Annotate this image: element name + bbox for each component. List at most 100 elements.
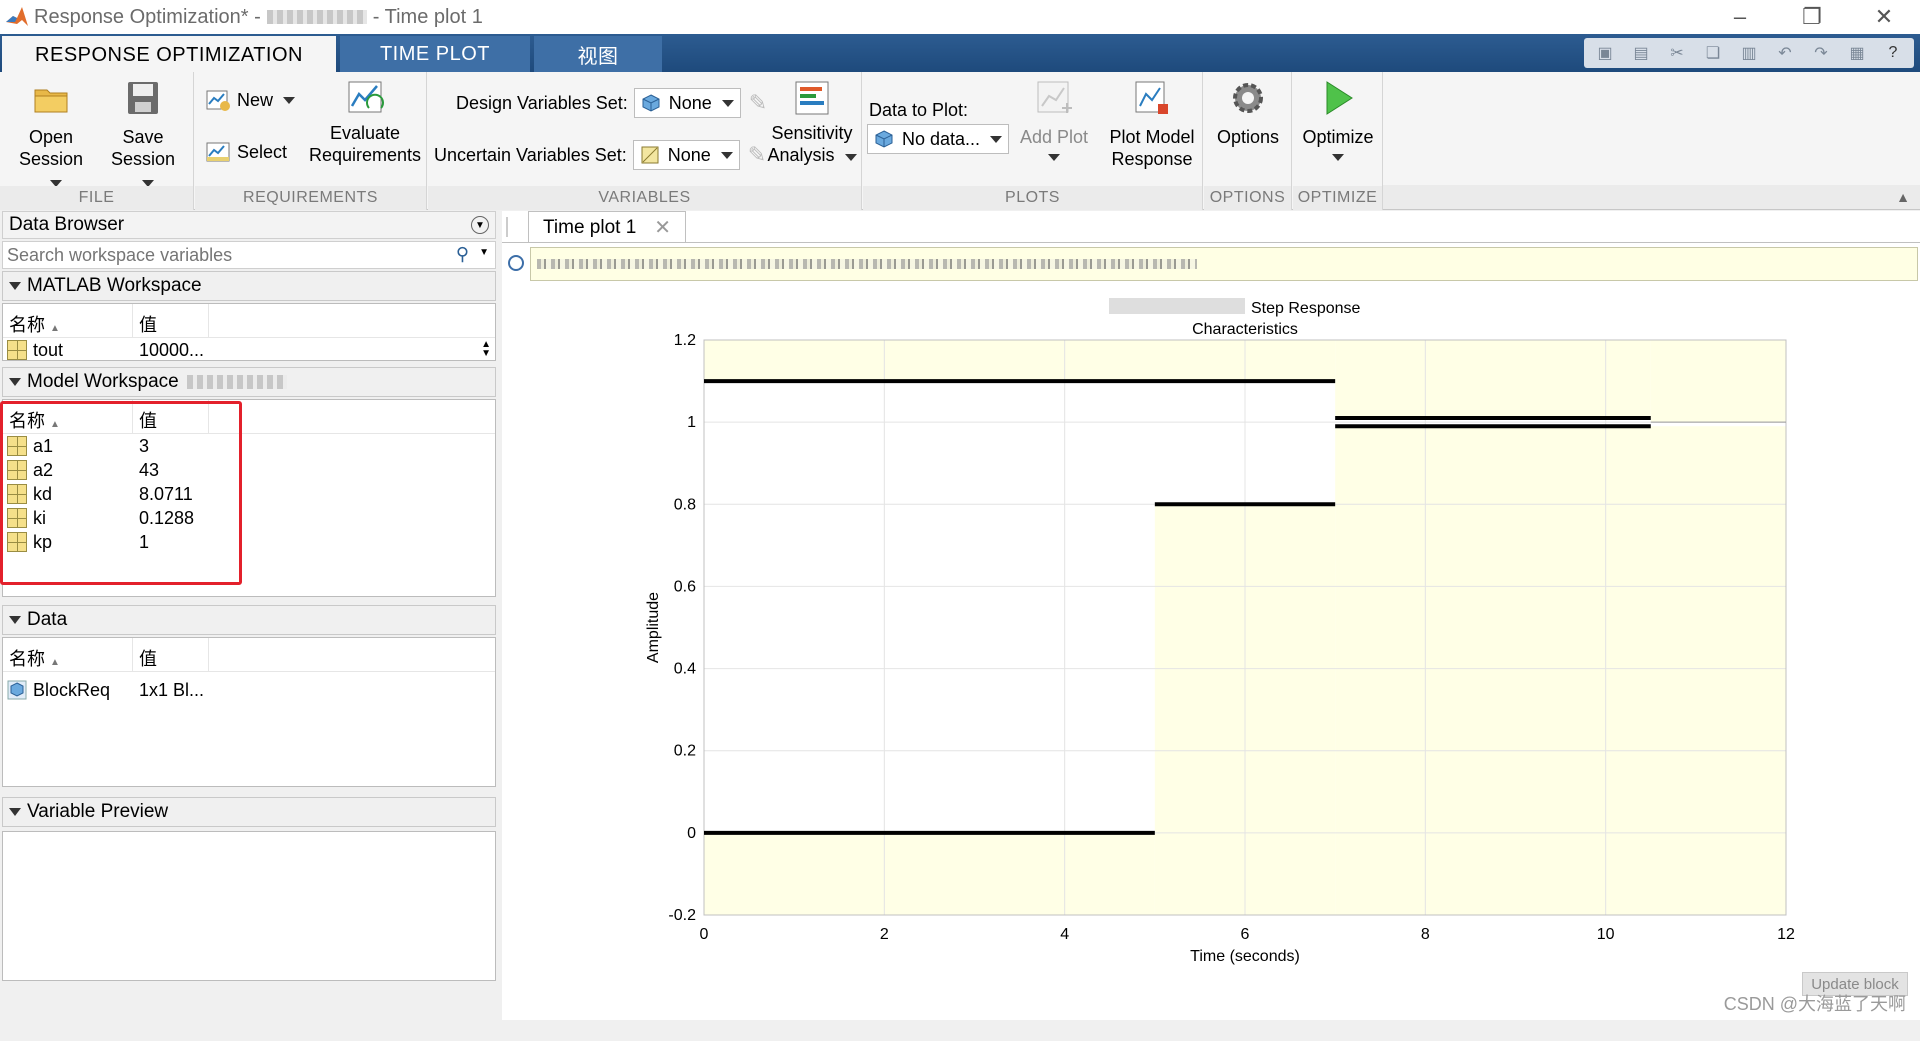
- evaluate-requirements-button[interactable]: Evaluate Requirements: [307, 78, 423, 166]
- close-tab-icon[interactable]: ✕: [654, 215, 671, 240]
- sensitivity-label-2: Analysis: [767, 144, 857, 166]
- collapse-triangle-icon: [9, 282, 21, 290]
- requirements-section-label: REQUIREMENTS: [195, 186, 426, 210]
- info-bar: [530, 247, 1918, 281]
- redacted-info-text: [537, 259, 1197, 269]
- save-quick-icon[interactable]: ▤: [1626, 40, 1656, 66]
- value-column-header[interactable]: 值: [133, 304, 209, 337]
- x-tick-label: 4: [1060, 926, 1069, 943]
- y-axis-label: Amplitude: [645, 592, 662, 663]
- collapse-triangle-icon: [9, 808, 21, 816]
- step-response-chart: 0 2 4 6 8 10 12 -0.200.20.40.60.811.2 Step Res…: [645, 298, 1795, 965]
- panel-menu-icon[interactable]: ▼: [471, 216, 489, 234]
- tab-time-plot[interactable]: TIME PLOT: [340, 36, 530, 72]
- uncertain-variables-icon: [641, 146, 659, 164]
- redo-icon[interactable]: ↷: [1806, 40, 1836, 66]
- evaluate-label-2: Requirements: [308, 145, 422, 165]
- save-session-button[interactable]: Save Session: [100, 78, 186, 192]
- cube-icon: [642, 94, 660, 112]
- x-tick-label: 2: [880, 926, 889, 943]
- plot-model-label-2: Response: [1111, 149, 1193, 169]
- name-column-header[interactable]: 名称 ▲: [3, 638, 133, 671]
- cube-icon: [875, 130, 893, 148]
- close-button[interactable]: ✕: [1848, 0, 1920, 34]
- search-options-chevron-icon[interactable]: ▼: [479, 247, 489, 258]
- design-variables-dropdown[interactable]: None: [633, 88, 741, 118]
- window-title-suffix: - Time plot 1: [372, 5, 483, 28]
- table-row[interactable]: BlockReq 1x1 Bl...: [3, 678, 495, 702]
- new-requirement-button[interactable]: New: [205, 88, 296, 112]
- data-to-plot-row: No data...: [867, 124, 1010, 154]
- uncertain-variables-label: Uncertain Variables Set:: [434, 144, 627, 165]
- chart-title: Step Response: [1251, 300, 1361, 317]
- plot-model-response-icon: [1135, 81, 1168, 114]
- uncertain-variables-dropdown[interactable]: None: [632, 140, 740, 170]
- options-section: Options OPTIONS: [1204, 72, 1292, 210]
- shaded-region: [1650, 340, 1786, 423]
- cut-icon[interactable]: ✂: [1662, 40, 1692, 66]
- title-bar: Response Optimization* - - Time plot 1 –…: [0, 0, 1920, 34]
- optimize-button[interactable]: Optimize: [1295, 78, 1381, 161]
- layout-icon[interactable]: ▦: [1842, 40, 1872, 66]
- watermark: CSDN @大海蓝了天啊: [1723, 994, 1906, 1014]
- data-to-plot-dropdown[interactable]: No data...: [867, 124, 1010, 154]
- open-session-quick-icon[interactable]: ▣: [1590, 40, 1620, 66]
- y-tick-label: 0.8: [674, 496, 696, 513]
- tab-time-plot-1[interactable]: Time plot 1 ✕: [528, 211, 686, 243]
- add-plot-button[interactable]: Add Plot: [1011, 78, 1097, 161]
- matlab-workspace-header[interactable]: MATLAB Workspace: [2, 271, 496, 301]
- optimize-section-label: OPTIMIZE: [1293, 186, 1382, 210]
- tab-view[interactable]: 视图: [534, 36, 662, 72]
- table-row[interactable]: tout 10000...: [3, 338, 495, 362]
- table-header: 名称 ▲ 值: [3, 304, 495, 338]
- data-browser-header: Data Browser ▼: [2, 211, 496, 239]
- select-requirement-icon: [206, 142, 230, 162]
- y-tick-label: 1.2: [674, 332, 696, 349]
- file-section: Open Session Save Session FILE: [0, 72, 194, 210]
- search-icon[interactable]: ⚲: [456, 244, 469, 265]
- options-button[interactable]: Options: [1208, 78, 1288, 148]
- plot-model-label-1: Plot Model: [1109, 127, 1195, 147]
- data-header[interactable]: Data: [2, 605, 496, 635]
- save-label-1: Save: [122, 127, 164, 147]
- collapse-toolstrip-icon[interactable]: ▲: [1896, 189, 1910, 205]
- plots-section-label: PLOTS: [863, 186, 1202, 210]
- optimize-label: Optimize: [1302, 127, 1374, 147]
- plot-model-response-button[interactable]: Plot Model Response: [1103, 78, 1201, 170]
- variable-preview-header[interactable]: Variable Preview: [2, 797, 496, 827]
- tab-response-optimization[interactable]: RESPONSE OPTIMIZATION: [2, 36, 336, 72]
- value-column-header[interactable]: 值: [133, 638, 209, 671]
- name-column-header[interactable]: 名称 ▲: [3, 304, 133, 337]
- minimize-button[interactable]: –: [1704, 0, 1776, 34]
- data-table: 名称 ▲ 值 BlockReq 1x1 Bl...: [2, 637, 496, 787]
- restore-button[interactable]: ❐: [1776, 0, 1848, 34]
- y-tick-label: 0.4: [674, 661, 696, 678]
- add-plot-icon: [1037, 81, 1072, 113]
- data-to-plot-label: Data to Plot:: [869, 100, 969, 120]
- undo-icon[interactable]: ↶: [1770, 40, 1800, 66]
- sensitivity-analysis-button[interactable]: Sensitivity Analysis: [764, 78, 860, 166]
- scroll-arrows[interactable]: ▲ ▼: [481, 340, 491, 359]
- search-box[interactable]: ⚲ ▼: [2, 241, 496, 269]
- x-tick-label: 6: [1241, 926, 1250, 943]
- cube-icon: [7, 680, 27, 700]
- tab-underline: [502, 242, 1920, 243]
- plots-section: Data to Plot: No data... Add Plot Plot M…: [863, 72, 1203, 210]
- collapse-triangle-icon: [9, 616, 21, 624]
- model-workspace-header[interactable]: Model Workspace: [2, 367, 496, 397]
- open-session-button[interactable]: Open Session: [8, 78, 94, 192]
- play-icon: [1326, 81, 1353, 115]
- copy-icon[interactable]: ❏: [1698, 40, 1728, 66]
- search-input[interactable]: [7, 244, 447, 266]
- help-icon[interactable]: ?: [1878, 40, 1908, 66]
- select-requirement-button[interactable]: Select: [205, 140, 287, 164]
- tab-bar-handle: [506, 217, 508, 237]
- matlab-workspace-table: 名称 ▲ 值 tout 10000... ▲ ▼: [2, 303, 496, 361]
- matrix-variable-icon: [7, 340, 27, 360]
- info-toggle-icon[interactable]: [508, 255, 524, 271]
- variable-preview-area: [2, 831, 496, 981]
- quick-access-toolbar: ▣ ▤ ✂ ❏ ▥ ↶ ↷ ▦ ?: [1584, 38, 1914, 68]
- paste-icon[interactable]: ▥: [1734, 40, 1764, 66]
- optimize-section: Optimize OPTIMIZE: [1293, 72, 1383, 210]
- floppy-disk-icon: [128, 82, 158, 114]
